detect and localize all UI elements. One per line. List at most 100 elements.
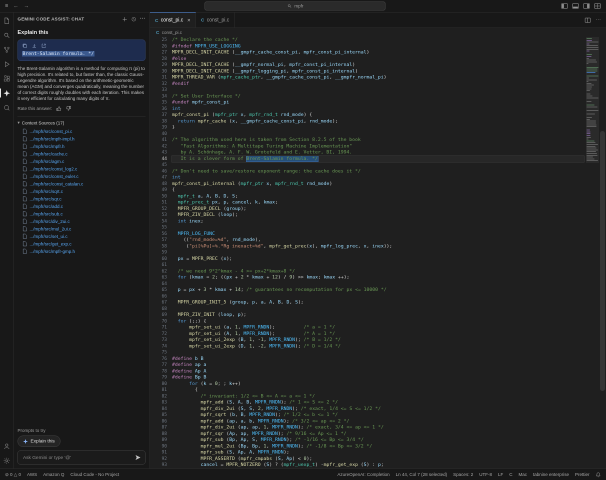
chevron-down-icon: ▾ <box>18 120 20 126</box>
context-source-item[interactable]: .../mpfr/src/cache.c <box>18 150 146 158</box>
status-amazon-q[interactable]: Amazon Q <box>43 472 64 477</box>
context-source-item[interactable]: .../mpfr/src/const_pi.c <box>18 128 146 136</box>
status-platform[interactable]: Mac <box>518 472 527 477</box>
search-value: mpfr <box>294 4 303 9</box>
context-source-link[interactable]: .../mpfr/src/const_catalan.c <box>30 181 84 186</box>
run-debug-icon[interactable] <box>0 59 13 69</box>
context-source-item[interactable]: .../mpfr/src/sqrt.c <box>18 188 146 196</box>
toggle-panel-icon[interactable] <box>572 3 579 10</box>
status-indentation[interactable]: Spaces: 2 <box>453 472 473 477</box>
explorer-icon[interactable] <box>0 16 13 26</box>
status-problems[interactable]: ⊘ 0 △ 0 <box>5 472 21 478</box>
thumbs-down-icon[interactable] <box>65 106 71 112</box>
tab-const-pi-active[interactable]: C const_pi.c × <box>150 13 196 28</box>
context-source-link[interactable]: .../mpfr/src/agm.c <box>30 159 65 164</box>
more-actions-icon[interactable]: ⋯ <box>596 17 602 23</box>
minimap-line <box>587 148 597 149</box>
context-sources-list: .../mpfr/src/const_pi.c .../mpfr/src/mpfr… <box>18 128 146 256</box>
context-source-item[interactable]: .../mpfr/src/add.c <box>18 203 146 211</box>
back-arrow-icon[interactable]: ← <box>13 3 19 9</box>
context-source-item[interactable]: .../mpfr/src/div_2ui.c <box>18 218 146 226</box>
context-source-item[interactable]: .../mpfr/src/agm.c <box>18 158 146 166</box>
panel-title: GEMINI CODE ASSIST: CHAT <box>18 17 85 22</box>
open-in-file-icon[interactable] <box>41 43 47 49</box>
code-line[interactable]: cancel = MPFR_NOTZERO (S) ? (mpfr_uexp_t… <box>172 462 584 468</box>
status-cloud-code[interactable]: Cloud Code - No Project <box>70 472 119 477</box>
context-source-link[interactable]: .../mpfr/src/sqrt.c <box>30 189 64 194</box>
customize-layout-icon[interactable] <box>594 3 601 10</box>
toggle-secondary-sidebar-icon[interactable] <box>583 3 590 10</box>
close-icon[interactable]: × <box>187 17 190 23</box>
context-source-link[interactable]: .../mpfr/src/mul_2ui.c <box>30 226 72 231</box>
context-source-link[interactable]: .../mpfr/src/get_exp.c <box>30 241 72 246</box>
context-source-link[interactable]: .../mpfr/src/sub.c <box>30 211 63 216</box>
gemini-code-assist-icon[interactable] <box>0 88 13 98</box>
context-source-item[interactable]: .../mpfr/src/sqr.c <box>18 195 146 203</box>
history-icon[interactable] <box>131 16 137 22</box>
context-source-link[interactable]: .../mpfr/src/const_log2.c <box>30 166 78 171</box>
thumbs-up-icon[interactable] <box>56 106 62 112</box>
context-source-item[interactable]: .../mpfr/src/mul_2ui.c <box>18 225 146 233</box>
chat-conversation: Explain this Brent-Salamin formula. */ T… <box>14 26 150 426</box>
code-snippet[interactable]: Brent-Salamin formula. */ <box>22 51 141 57</box>
toggle-sidebar-icon[interactable] <box>561 3 568 10</box>
code-area[interactable]: /* Declare the cache */#ifndef MPFR_USE_… <box>170 37 606 469</box>
context-source-link[interactable]: .../mpfr/src/const_euler.c <box>30 174 79 179</box>
amazon-q-icon[interactable] <box>0 103 13 113</box>
context-source-link[interactable]: .../mpfr/src/cache.c <box>30 151 68 156</box>
status-azure-openai[interactable]: AzureOpenAI: Completion <box>337 472 389 477</box>
context-source-link[interactable]: .../mpfr/src/mpfr-gmp.h <box>30 249 76 254</box>
status-prettier[interactable]: Prettier <box>575 472 590 477</box>
status-encoding[interactable]: UTF-8 <box>479 472 492 477</box>
status-cursor-position[interactable]: Ln 44, Col 7 (28 selected) <box>396 472 448 477</box>
new-chat-icon[interactable] <box>122 16 128 22</box>
tab-const-pi-inactive[interactable]: C const_pi.c <box>196 13 235 28</box>
context-source-item[interactable]: .../mpfr/src/mpfr.h <box>18 143 146 151</box>
context-source-link[interactable]: .../mpfr/src/set_ui.c <box>30 234 68 239</box>
source-control-icon[interactable] <box>0 45 13 55</box>
status-language-mode[interactable]: C <box>509 472 512 477</box>
status-tabnine[interactable]: tabnine enterprise <box>533 472 569 477</box>
context-source-link[interactable]: .../mpfr/src/const_pi.c <box>30 129 73 134</box>
status-aws[interactable]: AWS <box>27 472 37 477</box>
minimap-line <box>587 69 598 70</box>
settings-gear-icon[interactable] <box>0 456 13 466</box>
context-source-item[interactable]: .../mpfr/src/set_ui.c <box>18 233 146 241</box>
account-icon[interactable] <box>0 441 13 451</box>
context-source-link[interactable]: .../mpfr/src/div_2ui.c <box>30 219 70 224</box>
context-source-link[interactable]: .../mpfr/src/mpfr-impl.h <box>30 136 75 141</box>
minimap-line <box>587 113 596 114</box>
minimap[interactable] <box>586 37 599 469</box>
insert-at-cursor-icon[interactable] <box>32 43 38 49</box>
search-sidebar-icon[interactable] <box>0 30 13 40</box>
context-source-item[interactable]: .../mpfr/src/const_catalan.c <box>18 180 146 188</box>
split-editor-icon[interactable] <box>585 17 592 24</box>
more-actions-icon[interactable]: ⋯ <box>140 16 146 22</box>
send-icon[interactable] <box>134 454 142 462</box>
minimap-line <box>587 72 596 73</box>
context-source-link[interactable]: .../mpfr/src/mpfr.h <box>30 144 65 149</box>
context-source-link[interactable]: .../mpfr/src/add.c <box>30 204 64 209</box>
command-center-search[interactable]: mpfr <box>205 2 386 11</box>
context-source-item[interactable]: .../mpfr/src/const_euler.c <box>18 173 146 181</box>
minimap-line <box>587 144 598 145</box>
copy-icon[interactable] <box>22 43 28 49</box>
context-source-item[interactable]: .../mpfr/src/mpfr-gmp.h <box>18 248 146 256</box>
context-source-item[interactable]: .../mpfr/src/get_exp.c <box>18 240 146 248</box>
chat-input[interactable] <box>22 454 131 461</box>
c-file-icon: C <box>156 30 159 35</box>
suggested-prompt-chip[interactable]: Explain this <box>18 436 61 448</box>
context-source-link[interactable]: .../mpfr/src/sqr.c <box>30 196 62 201</box>
scrollbar-thumb[interactable] <box>600 131 605 391</box>
editor-scrollbar[interactable] <box>599 37 606 469</box>
menu-icon[interactable]: ≡ <box>5 3 8 9</box>
breadcrumb[interactable]: C const_pi.c <box>150 28 606 37</box>
extensions-icon[interactable] <box>0 74 13 84</box>
context-sources-header[interactable]: ▾ Context Sources (17) <box>18 120 146 126</box>
context-source-item[interactable]: .../mpfr/src/sub.c <box>18 210 146 218</box>
notifications-bell-icon[interactable] <box>596 472 602 478</box>
minimap-line <box>587 96 593 97</box>
context-source-item[interactable]: .../mpfr/src/mpfr-impl.h <box>18 135 146 143</box>
status-eol[interactable]: LF <box>498 472 503 477</box>
context-source-item[interactable]: .../mpfr/src/const_log2.c <box>18 165 146 173</box>
